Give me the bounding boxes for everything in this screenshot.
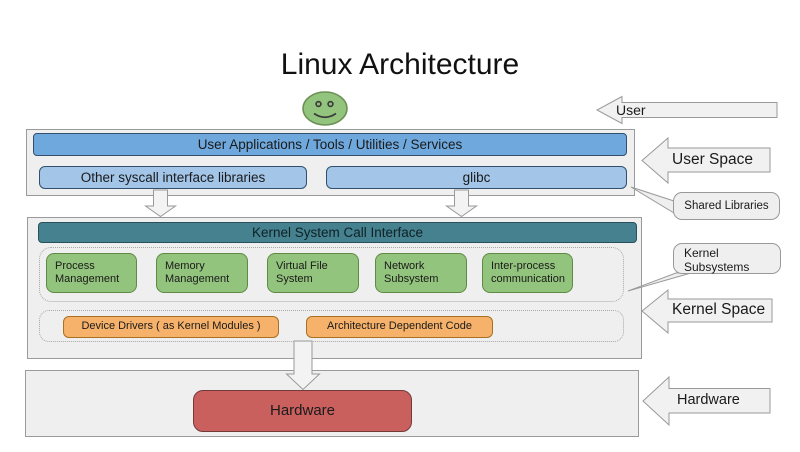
kernel-space-arrow-label: Kernel Space bbox=[672, 301, 765, 319]
subsystem-inter-process-communication: Inter-process communication bbox=[482, 253, 573, 293]
subsystem-process-management: Process Management bbox=[46, 253, 137, 293]
other-syscall-libraries-box: Other syscall interface libraries bbox=[39, 166, 307, 189]
device-drivers-box: Device Drivers ( as Kernel Modules ) bbox=[63, 316, 279, 338]
user-applications-bar: User Applications / Tools / Utilities / … bbox=[33, 133, 627, 156]
shared-libraries-pointer bbox=[631, 187, 674, 213]
user-arrow-label: User bbox=[616, 102, 646, 118]
page-title: Linux Architecture bbox=[0, 48, 800, 82]
subsystem-memory-management: Memory Management bbox=[156, 253, 248, 293]
subsystem-virtual-file-system: Virtual File System bbox=[267, 253, 359, 293]
hardware-box: Hardware bbox=[193, 390, 412, 432]
kernel-syscall-interface-bar: Kernel System Call Interface bbox=[38, 222, 637, 243]
kernel-subsystems-callout: Kernel Subsystems bbox=[673, 243, 781, 274]
smiley-face-icon bbox=[295, 85, 355, 130]
architecture-dependent-code-box: Architecture Dependent Code bbox=[306, 316, 493, 338]
glibc-box: glibc bbox=[326, 166, 627, 189]
user-space-arrow-label: User Space bbox=[672, 151, 753, 169]
shared-libraries-callout: Shared Libraries bbox=[673, 192, 780, 220]
hardware-arrow-label: Hardware bbox=[677, 392, 740, 408]
linux-architecture-diagram: Linux Architecture User Applications / T… bbox=[0, 0, 800, 452]
subsystem-network-subsystem: Network Subsystem bbox=[375, 253, 467, 293]
